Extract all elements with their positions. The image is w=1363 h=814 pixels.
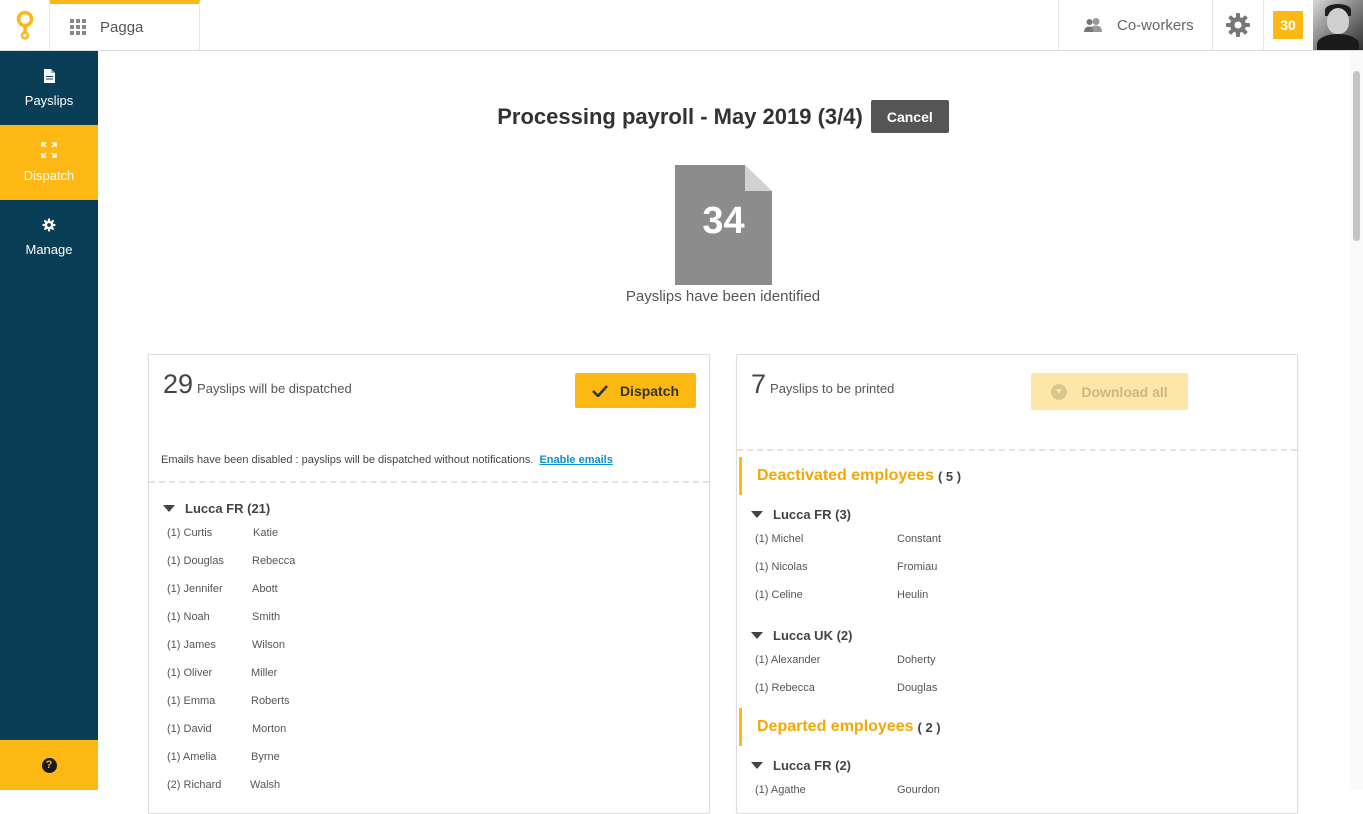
sidebar-item-dispatch[interactable]: Dispatch <box>0 125 98 200</box>
app-name: Pagga <box>100 18 144 36</box>
payslip-total-label: Payslips have been identified <box>625 288 821 305</box>
section-departed-employees: Departed employees ( 2 ) <box>739 708 941 746</box>
notification-badge[interactable]: 30 <box>1273 11 1303 39</box>
group-name: Lucca UK (2) <box>773 628 853 643</box>
page-title: Processing payroll - May 2019 (3/4) <box>497 103 863 129</box>
group-name: Lucca FR (21) <box>185 501 271 516</box>
group-toggle-lucca-fr[interactable]: Lucca FR (3) <box>751 507 851 522</box>
group-toggle-lucca-uk[interactable]: Lucca UK (2) <box>751 628 852 643</box>
group-toggle-lucca-fr-departed[interactable]: Lucca FR (2) <box>751 758 851 773</box>
group-toggle-lucca-fr[interactable]: Lucca FR (21) <box>163 501 270 516</box>
app-logo[interactable] <box>0 0 50 50</box>
sidebar-item-payslips[interactable]: Payslips <box>0 51 98 126</box>
section-deactivated-employees: Deactivated employees ( 5 ) <box>739 457 961 495</box>
document-icon <box>43 69 55 83</box>
help-icon: ? <box>41 757 57 773</box>
email-note-text: Emails have been disabled : payslips wil… <box>161 454 534 466</box>
dispatch-button-label: Dispatch <box>619 382 680 399</box>
coworkers-label: Co-workers <box>1117 16 1194 34</box>
users-icon <box>1084 18 1102 32</box>
download-all-button[interactable]: Download all <box>1031 373 1188 410</box>
caret-down-icon <box>751 762 763 769</box>
sidebar-item-label: Dispatch <box>23 168 75 183</box>
dispatch-button[interactable]: Dispatch <box>575 373 696 408</box>
coworkers-button[interactable]: Co-workers <box>1058 0 1212 50</box>
page-header: Processing payroll - May 2019 (3/4) Canc… <box>98 100 1348 133</box>
user-avatar[interactable] <box>1313 0 1363 50</box>
sidebar-item-manage[interactable]: Manage <box>0 200 98 275</box>
caret-down-icon <box>751 511 763 518</box>
sidebar: Payslips Dispatch Manage ? <box>0 51 98 790</box>
section-count: ( 2 ) <box>917 719 941 735</box>
section-title: Deactivated employees <box>757 467 934 484</box>
dispatch-count: 29 <box>163 369 194 399</box>
app-tab-pagga[interactable]: Pagga <box>50 0 200 50</box>
print-count-line: 7 Payslips to be printed <box>751 369 894 400</box>
help-button[interactable]: ? <box>0 740 98 790</box>
section-count: ( 5 ) <box>937 468 962 484</box>
settings-button[interactable] <box>1212 0 1264 50</box>
top-bar: Pagga Co-workers 30 <box>0 0 1363 51</box>
download-icon <box>1051 383 1068 400</box>
group-name: Lucca FR (2) <box>773 758 852 773</box>
caret-down-icon <box>751 632 763 639</box>
caret-down-icon <box>163 505 175 512</box>
group-name: Lucca FR (3) <box>773 507 852 522</box>
cancel-button[interactable]: Cancel <box>870 100 949 133</box>
sidebar-item-label: Manage <box>25 242 73 257</box>
checkmark-icon <box>592 384 608 397</box>
divider <box>149 481 709 483</box>
dispatch-label: Payslips will be dispatched <box>197 381 352 396</box>
app-grid-icon <box>70 19 86 35</box>
download-button-label: Download all <box>1081 383 1168 400</box>
sidebar-item-label: Payslips <box>24 93 74 108</box>
payslip-total-count: 34 <box>702 200 745 242</box>
divider <box>737 449 1297 451</box>
expand-arrows-icon <box>41 142 57 158</box>
dispatch-count-line: 29 Payslips will be dispatched <box>163 369 352 400</box>
enable-emails-link[interactable]: Enable emails <box>539 454 612 466</box>
email-disabled-note: Emails have been disabled : payslips wil… <box>161 454 613 466</box>
scrollbar-thumb[interactable] <box>1353 71 1360 241</box>
logo-icon <box>16 10 33 40</box>
gear-icon <box>42 218 56 232</box>
dispatch-panel: 29 Payslips will be dispatched Dispatch … <box>148 354 710 814</box>
gear-icon <box>1226 13 1250 37</box>
print-panel: 7 Payslips to be printed Download all De… <box>736 354 1298 814</box>
section-title: Departed employees <box>757 718 914 735</box>
print-count: 7 <box>751 369 767 399</box>
page-scrollbar[interactable] <box>1350 51 1363 790</box>
document-fold <box>745 165 772 191</box>
print-label: Payslips to be printed <box>770 381 895 396</box>
